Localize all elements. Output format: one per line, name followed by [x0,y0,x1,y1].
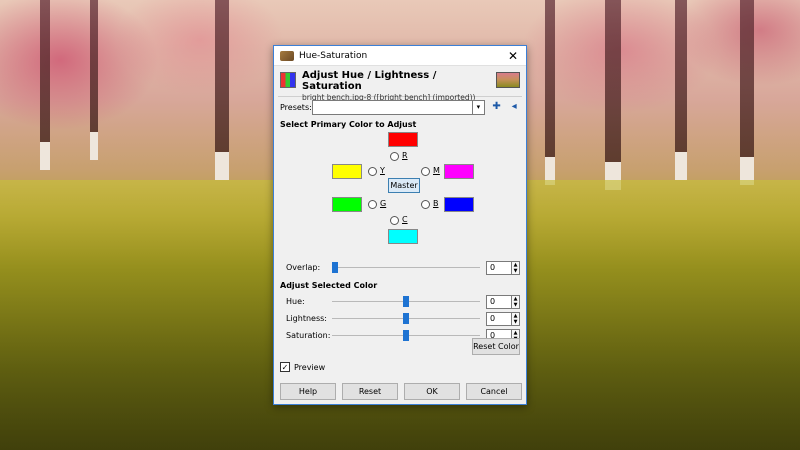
slider-thumb[interactable] [403,313,409,324]
help-button[interactable]: Help [280,383,336,400]
hue-saturation-icon [280,72,296,88]
master-button[interactable]: Master [388,178,420,193]
overlap-value[interactable]: 0 [486,260,512,275]
window-title: Hue-Saturation [299,50,368,61]
presets-label: Presets: [280,102,312,112]
background-tree-trunk [215,0,229,180]
hue-slider[interactable] [332,296,480,307]
preview-toggle[interactable]: ✓ Preview [280,362,325,372]
close-icon[interactable]: ✕ [506,49,520,63]
primary-section-title: Select Primary Color to Adjust [280,120,417,129]
presets-combo[interactable] [311,99,474,115]
title-bar[interactable]: Hue-Saturation ✕ [274,46,526,66]
overlap-slider[interactable] [332,262,480,273]
image-thumbnail [496,72,520,88]
dialog-buttons: Help Reset OK Cancel [280,383,522,400]
slider-track [332,267,480,268]
spin-arrows-icon[interactable]: ▲▼ [512,294,520,309]
radio-cyan[interactable] [390,216,399,225]
radio-label-blue: B [433,199,439,208]
hue-saturation-dialog: Hue-Saturation ✕ Adjust Hue / Lightness … [273,45,527,405]
swatch-magenta[interactable] [444,164,474,179]
overlap-spinner[interactable]: 0 ▲ ▼ [486,260,520,275]
dialog-header: Adjust Hue / Lightness / Saturation brig… [274,66,526,102]
plus-icon[interactable]: ✚ [491,101,503,113]
background-tree-trunk [545,0,555,185]
gimp-app-icon [280,50,294,61]
hue-row: Hue: 0 ▲ ▼ [274,293,526,310]
hue-value[interactable]: 0 [486,294,512,309]
radio-red[interactable] [390,152,399,161]
background-tree-trunk [605,0,621,190]
swatch-red[interactable] [388,132,418,147]
reset-color-button[interactable]: Reset Color [472,338,520,355]
menu-icon[interactable]: ◂ [508,101,520,113]
background-tree-trunk [675,0,687,180]
preview-label: Preview [294,362,326,372]
hue-spinner[interactable]: 0 ▲ ▼ [486,294,520,309]
radio-yellow[interactable] [368,167,377,176]
slider-thumb[interactable] [332,262,338,273]
preview-checkbox[interactable]: ✓ [280,362,290,372]
radio-blue[interactable] [421,200,430,209]
spin-arrows-icon[interactable]: ▲▼ [512,311,520,326]
radio-label-green: G [380,199,387,208]
swatch-green[interactable] [332,197,362,212]
radio-label-red: R [402,151,408,160]
chevron-down-icon[interactable]: ▾ [473,99,485,115]
hue-label: Hue: [286,297,305,306]
saturation-slider[interactable] [332,330,480,341]
cancel-button[interactable]: Cancel [466,383,522,400]
radio-magenta[interactable] [421,167,430,176]
radio-green[interactable] [368,200,377,209]
spin-arrows-icon[interactable]: ▲▼ [512,260,520,275]
overlap-label: Overlap: [286,263,321,272]
radio-label-cyan: C [402,215,408,224]
reset-button[interactable]: Reset [342,383,398,400]
background-tree-trunk [90,0,98,160]
swatch-cyan[interactable] [388,229,418,244]
slider-thumb[interactable] [403,296,409,307]
swatch-yellow[interactable] [332,164,362,179]
background-tree-trunk [740,0,754,185]
primary-color-grid: R Y M Master G B C [274,132,526,257]
adjust-section-title: Adjust Selected Color [280,281,378,290]
lightness-label: Lightness: [286,314,327,323]
swatch-blue[interactable] [444,197,474,212]
lightness-row: Lightness: 0 ▲ ▼ [274,310,526,327]
ok-button[interactable]: OK [404,383,460,400]
dialog-heading: Adjust Hue / Lightness / Saturation [302,70,437,92]
lightness-value[interactable]: 0 [486,311,512,326]
saturation-label: Saturation: [286,331,331,340]
radio-label-magenta: M [433,166,440,175]
background-tree-trunk [40,0,50,170]
overlap-row: Overlap: 0 ▲ ▼ [274,259,526,276]
lightness-spinner[interactable]: 0 ▲ ▼ [486,311,520,326]
slider-thumb[interactable] [403,330,409,341]
lightness-slider[interactable] [332,313,480,324]
radio-label-yellow: Y [380,166,385,175]
